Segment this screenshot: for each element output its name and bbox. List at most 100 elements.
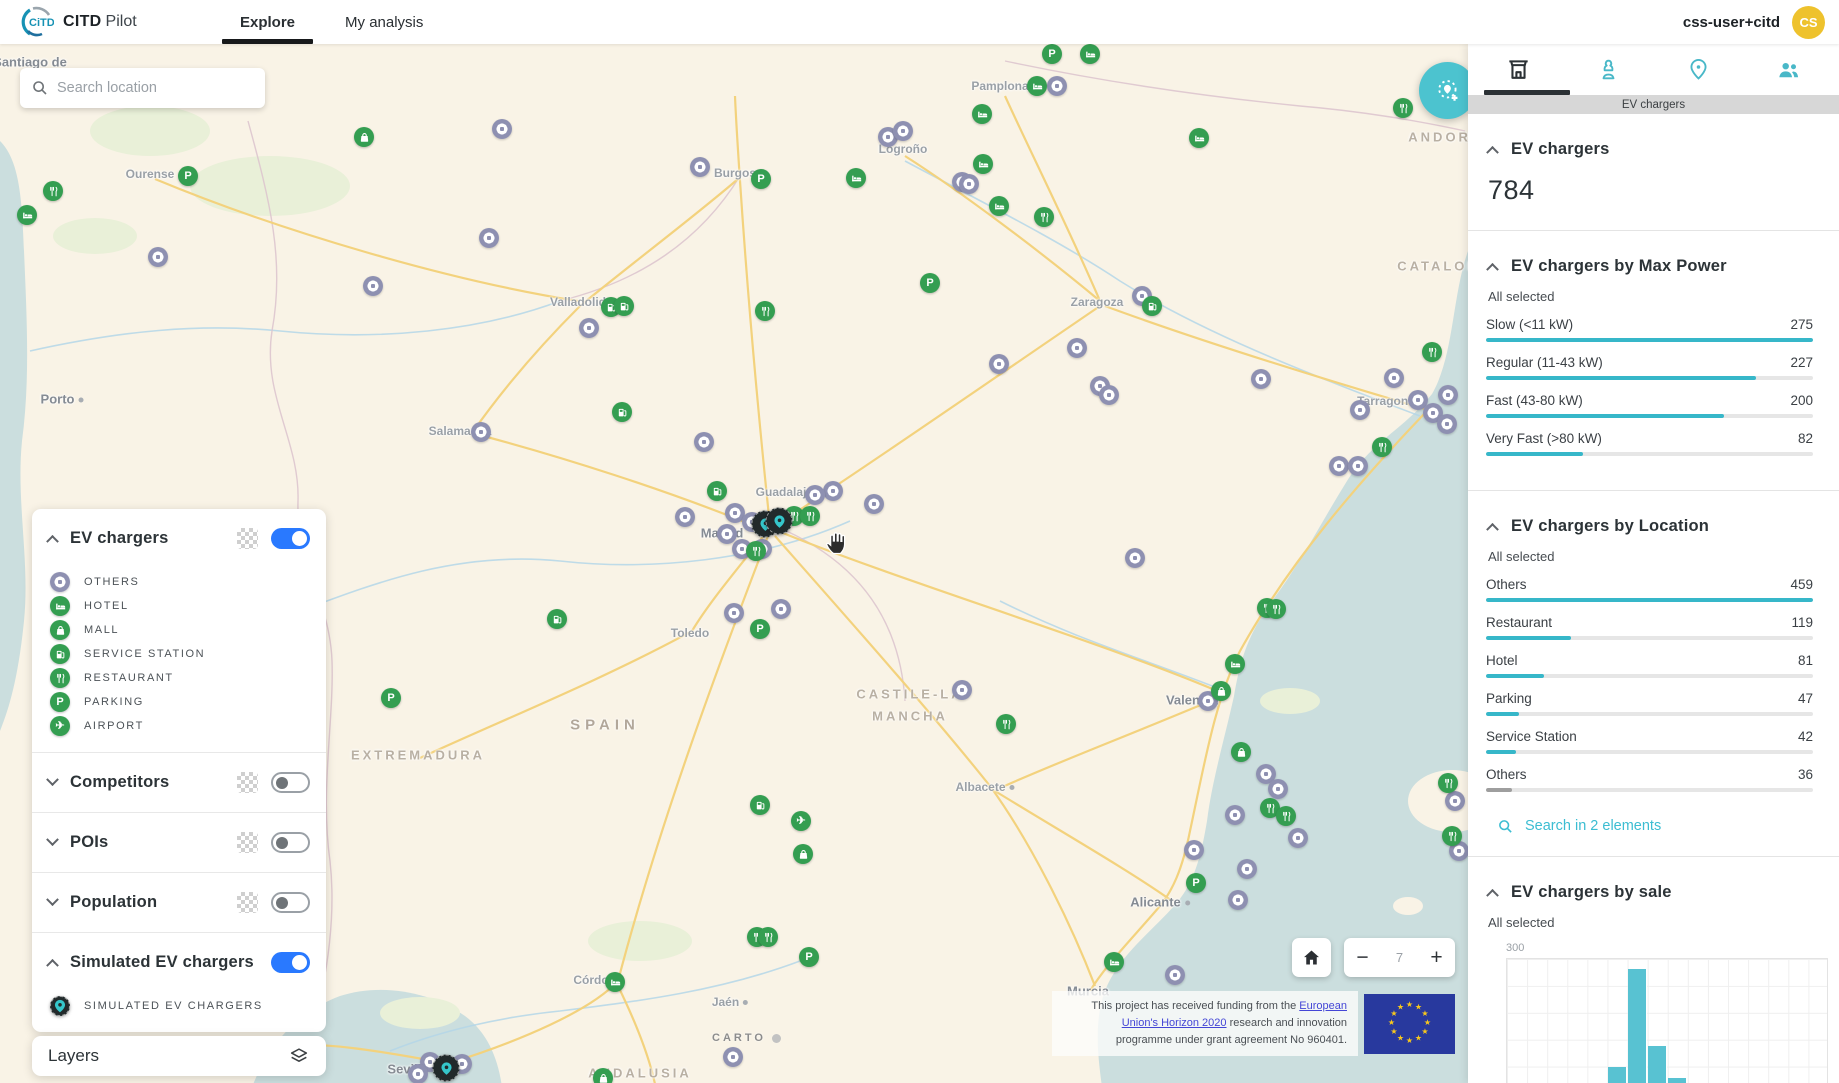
marker-parking[interactable]: P [751,169,771,189]
marker-others[interactable] [805,485,825,505]
marker-others[interactable] [694,432,714,452]
search-in-elements-link[interactable]: Search in 2 elements [1498,818,1839,834]
marker-others[interactable] [675,507,695,527]
marker-restaurant[interactable] [1266,599,1286,619]
layers-button[interactable]: Layers [32,1036,326,1076]
layer-visibility-toggle[interactable] [271,952,310,973]
avatar[interactable]: CS [1792,6,1825,39]
marker-hotel[interactable] [1080,44,1100,64]
marker-parking[interactable]: P [1042,44,1062,64]
marker-restaurant[interactable] [758,927,778,947]
marker-others[interactable] [989,354,1009,374]
category-row-slow-11-kw-[interactable]: Slow (<11 kW)275 [1486,317,1813,342]
chevron-down-icon[interactable] [46,773,59,786]
marker-others[interactable] [1438,385,1458,405]
marker-others[interactable] [1437,414,1457,434]
marker-others[interactable] [1165,965,1185,985]
opacity-pattern-button[interactable] [237,772,258,793]
marker-others[interactable] [579,318,599,338]
marker-airport[interactable]: ✈ [791,811,811,831]
home-button[interactable] [1292,938,1331,977]
histogram-bar[interactable] [1608,1067,1627,1083]
marker-others[interactable] [1251,369,1271,389]
marker-mall[interactable] [793,844,813,864]
marker-others[interactable] [1288,828,1308,848]
histogram-bar[interactable] [1668,1078,1687,1083]
category-row-service-station[interactable]: Service Station42 [1486,729,1813,754]
layer-section-header[interactable]: Simulated EV chargers [48,933,310,992]
collapse-icon[interactable] [1486,146,1499,159]
marker-others[interactable] [1125,548,1145,568]
layer-visibility-toggle[interactable] [271,528,310,549]
marker-parking[interactable]: P [1186,873,1206,893]
marker-service-station[interactable] [547,609,567,629]
marker-hotel[interactable] [846,168,866,188]
chevron-up-icon[interactable] [46,535,59,548]
chevron-down-icon[interactable] [46,893,59,906]
marker-restaurant[interactable] [996,714,1016,734]
map[interactable]: Santiago deOurensePortoValladolidSalaman… [0,44,1468,1083]
marker-others[interactable] [1268,779,1288,799]
marker-others[interactable] [408,1064,428,1083]
marker-service-station[interactable] [1142,296,1162,316]
marker-others[interactable] [479,228,499,248]
marker-restaurant[interactable] [800,506,820,526]
category-row-fast-43-80-kw-[interactable]: Fast (43-80 kW)200 [1486,393,1813,418]
zoom-in-button[interactable]: + [1418,938,1455,977]
marker-restaurant[interactable] [755,301,775,321]
marker-simulated[interactable] [766,508,793,535]
marker-others[interactable] [723,1047,743,1067]
marker-hotel[interactable] [973,154,993,174]
marker-others[interactable] [959,174,979,194]
opacity-pattern-button[interactable] [237,528,258,549]
collapse-icon[interactable] [1486,263,1499,276]
marker-others[interactable] [1067,338,1087,358]
marker-service-station[interactable] [750,795,770,815]
marker-hotel[interactable] [1027,76,1047,96]
marker-others[interactable] [893,121,913,141]
opacity-pattern-button[interactable] [237,892,258,913]
layer-section-header[interactable]: POIs [48,813,310,872]
opacity-pattern-button[interactable] [237,832,258,853]
histogram-bar[interactable] [1628,969,1647,1083]
marker-others[interactable] [823,481,843,501]
tab-competitors[interactable] [1564,44,1654,95]
marker-mall[interactable] [593,1068,613,1083]
marker-others[interactable] [724,603,744,623]
marker-hotel[interactable] [17,205,37,225]
layer-visibility-toggle[interactable] [271,832,310,853]
marker-restaurant[interactable] [1442,826,1462,846]
sale-histogram[interactable] [1506,958,1828,1083]
tab-explore[interactable]: Explore [230,0,305,44]
marker-hotel[interactable] [972,104,992,124]
marker-restaurant[interactable] [746,541,766,561]
marker-others[interactable] [864,494,884,514]
category-row-others[interactable]: Others459 [1486,577,1813,602]
chevron-down-icon[interactable] [46,833,59,846]
marker-others[interactable] [952,680,972,700]
category-row-regular-11-43-kw-[interactable]: Regular (11-43 kW)227 [1486,355,1813,380]
category-row-hotel[interactable]: Hotel81 [1486,653,1813,678]
marker-others[interactable] [1350,400,1370,420]
marker-others[interactable] [1047,76,1067,96]
marker-others[interactable] [1329,456,1349,476]
layer-section-header[interactable]: Competitors [48,753,310,812]
marker-others[interactable] [1228,890,1248,910]
marker-service-station[interactable] [612,402,632,422]
map-attribution[interactable]: CARTO [712,1032,781,1044]
marker-hotel[interactable] [1225,654,1245,674]
marker-parking[interactable]: P [750,619,770,639]
marker-restaurant[interactable] [1372,437,1392,457]
category-row-others[interactable]: Others36 [1486,767,1813,792]
marker-hotel[interactable] [1189,128,1209,148]
marker-others[interactable] [363,276,383,296]
marker-others[interactable] [148,247,168,267]
marker-others[interactable] [1184,840,1204,860]
layer-section-header[interactable]: EV chargers [48,509,310,568]
marker-parking[interactable]: P [920,273,940,293]
marker-restaurant[interactable] [1438,773,1458,793]
layer-visibility-toggle[interactable] [271,892,310,913]
marker-others[interactable] [492,119,512,139]
marker-parking[interactable]: P [178,166,198,186]
marker-mall[interactable] [1231,742,1251,762]
